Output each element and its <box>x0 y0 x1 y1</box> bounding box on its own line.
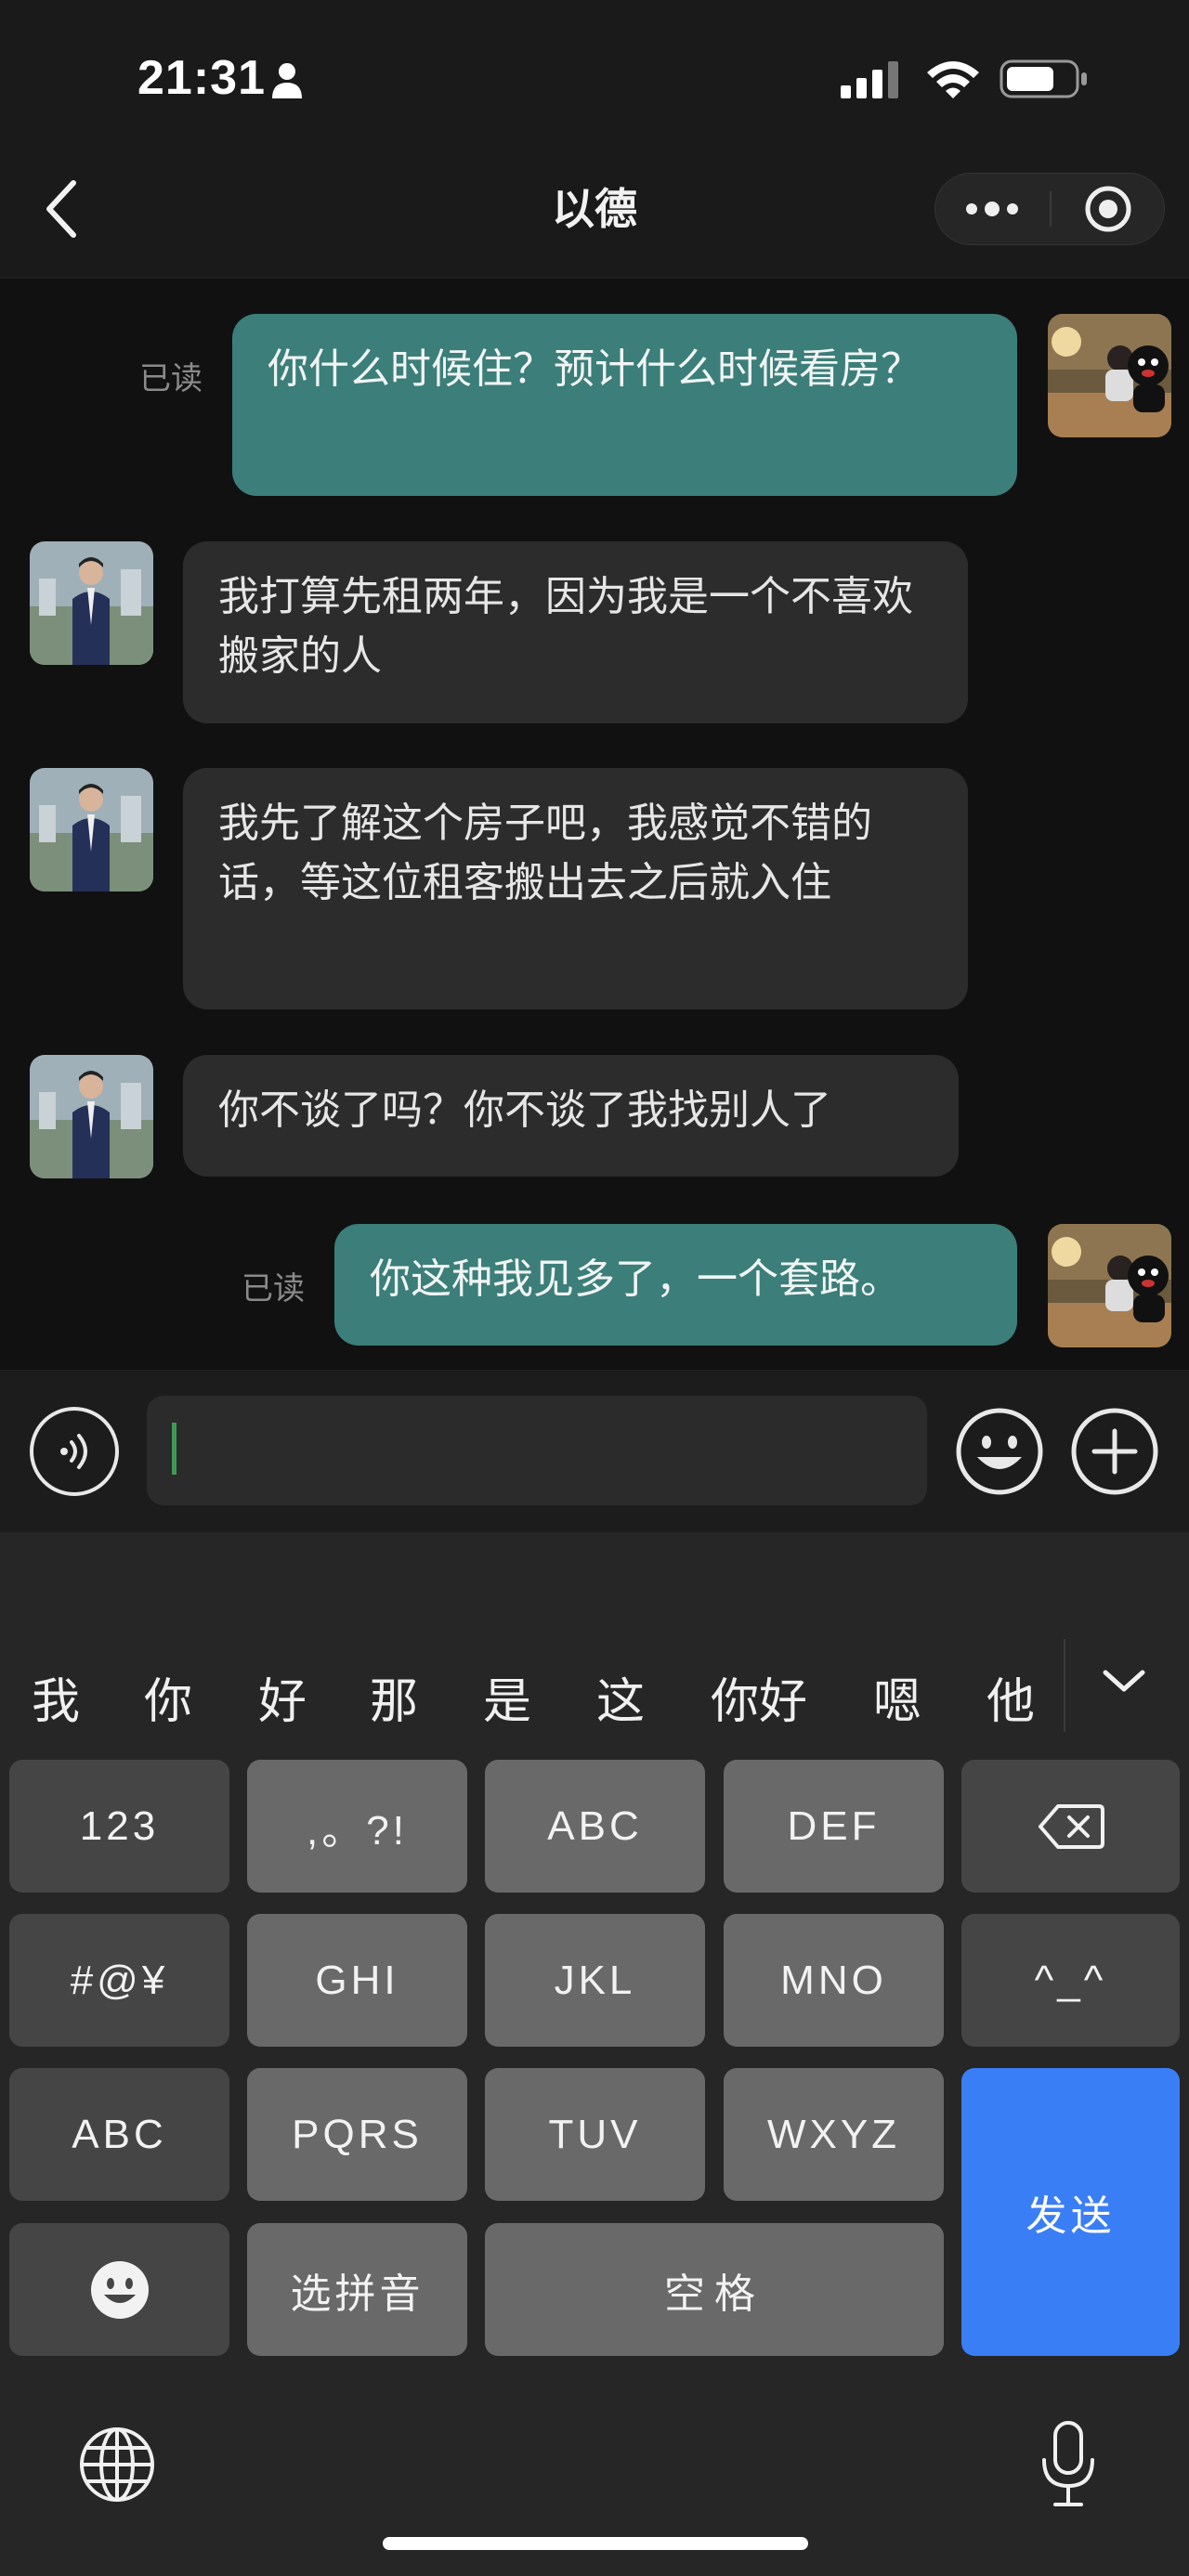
backspace-icon <box>1038 1803 1104 1849</box>
key-abc[interactable]: ABC <box>485 1760 705 1893</box>
key-backspace[interactable] <box>961 1760 1180 1893</box>
emoji-button[interactable] <box>955 1407 1044 1496</box>
back-button[interactable] <box>28 172 93 246</box>
key-emoticon[interactable]: ^_^ <box>961 1914 1180 2047</box>
candidate-word[interactable]: 你 <box>144 1662 192 1732</box>
candidate-divider <box>1064 1639 1065 1732</box>
back-icon <box>46 180 76 238</box>
globe-button[interactable] <box>78 2426 156 2507</box>
my-avatar[interactable] <box>1048 1224 1171 1347</box>
key-space[interactable]: 空格 <box>485 2223 944 2356</box>
message-bubble-incoming[interactable]: 我打算先租两年，因为我是一个不喜欢搬家的人 <box>183 541 968 723</box>
message-bubble-incoming[interactable]: 你不谈了吗？你不谈了我找别人了 <box>183 1055 959 1177</box>
key-wxyz[interactable]: WXYZ <box>724 2068 944 2201</box>
candidate-word[interactable]: 好 <box>258 1662 307 1732</box>
message-input[interactable] <box>147 1396 927 1505</box>
status-time: 21:31 <box>137 51 266 105</box>
read-receipt: 已读 <box>242 1270 305 1308</box>
candidate-word[interactable]: 嗯 <box>873 1662 921 1732</box>
candidate-word[interactable]: 这 <box>596 1662 645 1732</box>
page-title: 以德 <box>552 184 637 234</box>
message-bubble-incoming[interactable]: 我先了解这个房子吧，我感觉不错的话，等这位租客搬出去之后就入住 <box>183 768 968 1009</box>
text-caret <box>172 1423 176 1475</box>
key-abc-switch[interactable]: ABC <box>9 2068 229 2201</box>
candidate-word[interactable]: 你好 <box>711 1662 807 1732</box>
key-pqrs[interactable]: PQRS <box>247 2068 467 2201</box>
contact-avatar[interactable] <box>30 768 153 891</box>
chevron-down-icon <box>1103 1670 1145 1692</box>
voice-button[interactable] <box>30 1407 119 1496</box>
close-button[interactable] <box>1052 173 1165 245</box>
contact-avatar[interactable] <box>30 541 153 665</box>
key-emoji[interactable] <box>9 2223 229 2356</box>
dictation-button[interactable] <box>1039 2419 1098 2512</box>
key-symbols[interactable]: #@¥ <box>9 1914 229 2047</box>
candidate-word[interactable]: 那 <box>370 1662 418 1732</box>
candidate-word[interactable]: 他 <box>986 1662 1035 1732</box>
close-target-icon <box>1085 186 1131 232</box>
key-def[interactable]: DEF <box>724 1760 944 1893</box>
candidate-word[interactable]: 我 <box>32 1662 80 1732</box>
read-receipt: 已读 <box>139 360 203 397</box>
key-123[interactable]: 123 <box>9 1760 229 1893</box>
wifi-icon <box>925 58 981 104</box>
contact-avatar[interactable] <box>30 1055 153 1178</box>
person-icon <box>271 61 303 102</box>
key-tuv[interactable]: TUV <box>485 2068 705 2201</box>
candidate-word[interactable]: 是 <box>483 1662 531 1732</box>
my-avatar[interactable] <box>1048 314 1171 437</box>
key-ghi[interactable]: GHI <box>247 1914 467 2047</box>
key-jkl[interactable]: JKL <box>485 1914 705 2047</box>
collapse-keyboard-button[interactable] <box>1078 1644 1170 1718</box>
home-indicator <box>383 2537 808 2550</box>
signal-icon <box>841 61 902 102</box>
emoji-icon <box>956 1408 1043 1495</box>
voice-icon <box>60 1434 87 1469</box>
plus-button[interactable] <box>1070 1407 1159 1496</box>
send-button[interactable]: 发送 <box>961 2068 1180 2356</box>
key-mno[interactable]: MNO <box>724 1914 944 2047</box>
key-punctuation[interactable]: ,。?! <box>247 1760 467 1893</box>
mic-icon <box>1042 2421 1094 2506</box>
globe-icon <box>80 2427 154 2502</box>
message-bubble-outgoing[interactable]: 你这种我见多了，一个套路。 <box>334 1224 1017 1346</box>
plus-icon <box>1071 1408 1158 1495</box>
key-pinyin[interactable]: 选拼音 <box>247 2223 467 2356</box>
more-icon <box>966 202 1018 216</box>
battery-icon <box>1000 59 1089 102</box>
message-bubble-outgoing[interactable]: 你什么时候住？预计什么时候看房？ <box>232 314 1017 496</box>
more-button[interactable] <box>934 173 1050 245</box>
smiley-icon <box>90 2260 149 2319</box>
